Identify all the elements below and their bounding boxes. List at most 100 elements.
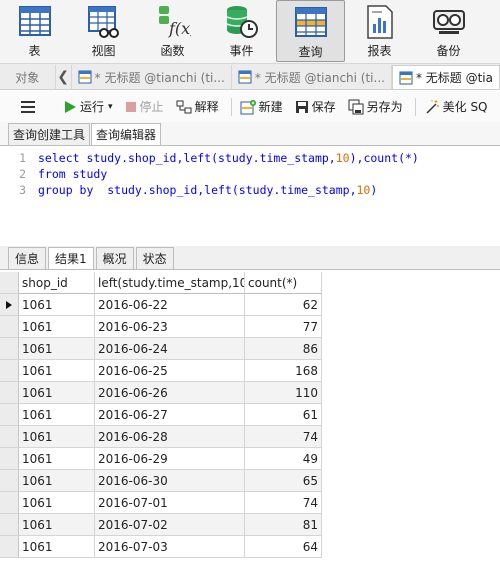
- table-cell[interactable]: 2016-07-01: [95, 492, 245, 514]
- table-cell[interactable]: 1061: [19, 294, 95, 316]
- table-cell[interactable]: 61: [245, 404, 322, 426]
- row-indicator[interactable]: [0, 404, 19, 426]
- table-row[interactable]: 1061 2016-07-02 81: [0, 514, 500, 536]
- table-cell[interactable]: 74: [245, 492, 322, 514]
- save-icon: [295, 100, 308, 113]
- table-cell[interactable]: 81: [245, 514, 322, 536]
- event-button[interactable]: 事件: [207, 0, 276, 62]
- table-cell[interactable]: 1061: [19, 360, 95, 382]
- menu-icon[interactable]: [20, 100, 39, 114]
- table-cell[interactable]: 2016-06-28: [95, 426, 245, 448]
- tab-query-1[interactable]: * 无标题 @tianchi (ti...: [72, 65, 232, 89]
- function-icon: f(x): [158, 6, 191, 38]
- query-label: 查询: [298, 45, 323, 59]
- tab-query-builder[interactable]: 查询创建工具: [8, 123, 91, 145]
- column-header[interactable]: left(study.time_stamp,10): [95, 272, 245, 294]
- chevron-down-icon[interactable]: ▾: [108, 102, 113, 112]
- table-row[interactable]: 1061 2016-07-03 64: [0, 536, 500, 558]
- tab-status[interactable]: 状态: [135, 247, 174, 269]
- table-cell[interactable]: 1061: [19, 404, 95, 426]
- column-header[interactable]: count(*): [245, 272, 322, 294]
- view-button[interactable]: 视图: [69, 0, 138, 62]
- table-cell[interactable]: 74: [245, 426, 322, 448]
- table-row[interactable]: 1061 2016-06-25 168: [0, 360, 500, 382]
- sql-editor[interactable]: 1 select study.shop_id,left(study.time_s…: [0, 146, 500, 244]
- report-button[interactable]: 报表: [345, 0, 414, 62]
- tab-profile[interactable]: 概况: [95, 247, 134, 269]
- table-cell[interactable]: 1061: [19, 536, 95, 558]
- document-tab-bar: 对象 ❮ * 无标题 @tianchi (ti... * 无标题 @tianch…: [0, 64, 500, 90]
- table-button[interactable]: 表: [0, 0, 69, 62]
- table-cell[interactable]: 168: [245, 360, 322, 382]
- table-cell[interactable]: 62: [245, 294, 322, 316]
- table-row[interactable]: 1061 2016-06-29 49: [0, 448, 500, 470]
- stop-button[interactable]: 停止: [125, 98, 164, 115]
- row-indicator[interactable]: [0, 492, 19, 514]
- table-row[interactable]: 1061 2016-06-28 74: [0, 426, 500, 448]
- table-cell[interactable]: 2016-07-02: [95, 514, 245, 536]
- row-indicator[interactable]: [0, 514, 19, 536]
- svg-text:f(x): f(x): [168, 19, 191, 38]
- explain-label: 解释: [194, 100, 219, 114]
- row-indicator[interactable]: [0, 426, 19, 448]
- query-icon: [294, 7, 327, 37]
- beautify-sql-button[interactable]: 美化 SQ: [424, 98, 488, 115]
- table-cell[interactable]: 1061: [19, 338, 95, 360]
- table-row[interactable]: 1061 2016-06-23 77: [0, 316, 500, 338]
- row-indicator[interactable]: [0, 470, 19, 492]
- tab-scroll-left-icon[interactable]: ❮: [56, 65, 72, 89]
- tab-query-2[interactable]: * 无标题 @tianchi (ti...: [232, 65, 392, 89]
- code-line: 1 select study.shop_id,left(study.time_s…: [0, 150, 500, 166]
- tab-info[interactable]: 信息: [8, 247, 47, 269]
- tab-query-3[interactable]: * 无标题 @tia: [391, 65, 500, 89]
- row-indicator[interactable]: [0, 536, 19, 558]
- row-indicator[interactable]: [0, 448, 19, 470]
- row-indicator[interactable]: [0, 360, 19, 382]
- table-cell[interactable]: 2016-06-23: [95, 316, 245, 338]
- table-cell[interactable]: 1061: [19, 470, 95, 492]
- table-row[interactable]: 1061 2016-07-01 74: [0, 492, 500, 514]
- column-header[interactable]: shop_id: [19, 272, 95, 294]
- backup-button[interactable]: 备份: [414, 0, 483, 62]
- table-cell[interactable]: 86: [245, 338, 322, 360]
- table-cell[interactable]: 2016-06-30: [95, 470, 245, 492]
- table-cell[interactable]: 64: [245, 536, 322, 558]
- table-cell[interactable]: 1061: [19, 382, 95, 404]
- table-cell[interactable]: 110: [245, 382, 322, 404]
- tab-objects[interactable]: 对象: [0, 65, 56, 89]
- table-cell[interactable]: 1061: [19, 492, 95, 514]
- save-label: 保存: [311, 100, 336, 114]
- table-cell[interactable]: 2016-06-27: [95, 404, 245, 426]
- table-row[interactable]: 1061 2016-06-22 62: [0, 294, 500, 316]
- table-cell[interactable]: 49: [245, 448, 322, 470]
- row-indicator[interactable]: [0, 338, 19, 360]
- save-as-button[interactable]: 另存为: [348, 98, 403, 115]
- table-row[interactable]: 1061 2016-06-30 65: [0, 470, 500, 492]
- table-cell[interactable]: 2016-07-03: [95, 536, 245, 558]
- row-indicator[interactable]: [0, 382, 19, 404]
- explain-button[interactable]: 解释: [176, 98, 219, 115]
- table-cell[interactable]: 1061: [19, 514, 95, 536]
- table-cell[interactable]: 2016-06-24: [95, 338, 245, 360]
- tab-query-editor[interactable]: 查询编辑器: [91, 123, 162, 145]
- tab-result-1[interactable]: 结果1: [48, 247, 94, 269]
- run-button[interactable]: 运行 ▾: [63, 98, 113, 115]
- function-button[interactable]: f(x) 函数: [138, 0, 207, 62]
- table-cell[interactable]: 2016-06-29: [95, 448, 245, 470]
- table-cell[interactable]: 2016-06-25: [95, 360, 245, 382]
- table-cell[interactable]: 1061: [19, 426, 95, 448]
- table-cell[interactable]: 1061: [19, 448, 95, 470]
- new-button[interactable]: 新建: [240, 98, 283, 115]
- table-cell[interactable]: 2016-06-26: [95, 382, 245, 404]
- current-row-arrow-icon[interactable]: [0, 294, 19, 316]
- save-button[interactable]: 保存: [295, 98, 336, 115]
- table-cell[interactable]: 77: [245, 316, 322, 338]
- table-row[interactable]: 1061 2016-06-27 61: [0, 404, 500, 426]
- table-cell[interactable]: 65: [245, 470, 322, 492]
- table-row[interactable]: 1061 2016-06-26 110: [0, 382, 500, 404]
- table-cell[interactable]: 1061: [19, 316, 95, 338]
- table-row[interactable]: 1061 2016-06-24 86: [0, 338, 500, 360]
- row-indicator[interactable]: [0, 316, 19, 338]
- table-cell[interactable]: 2016-06-22: [95, 294, 245, 316]
- query-button[interactable]: 查询: [276, 0, 345, 62]
